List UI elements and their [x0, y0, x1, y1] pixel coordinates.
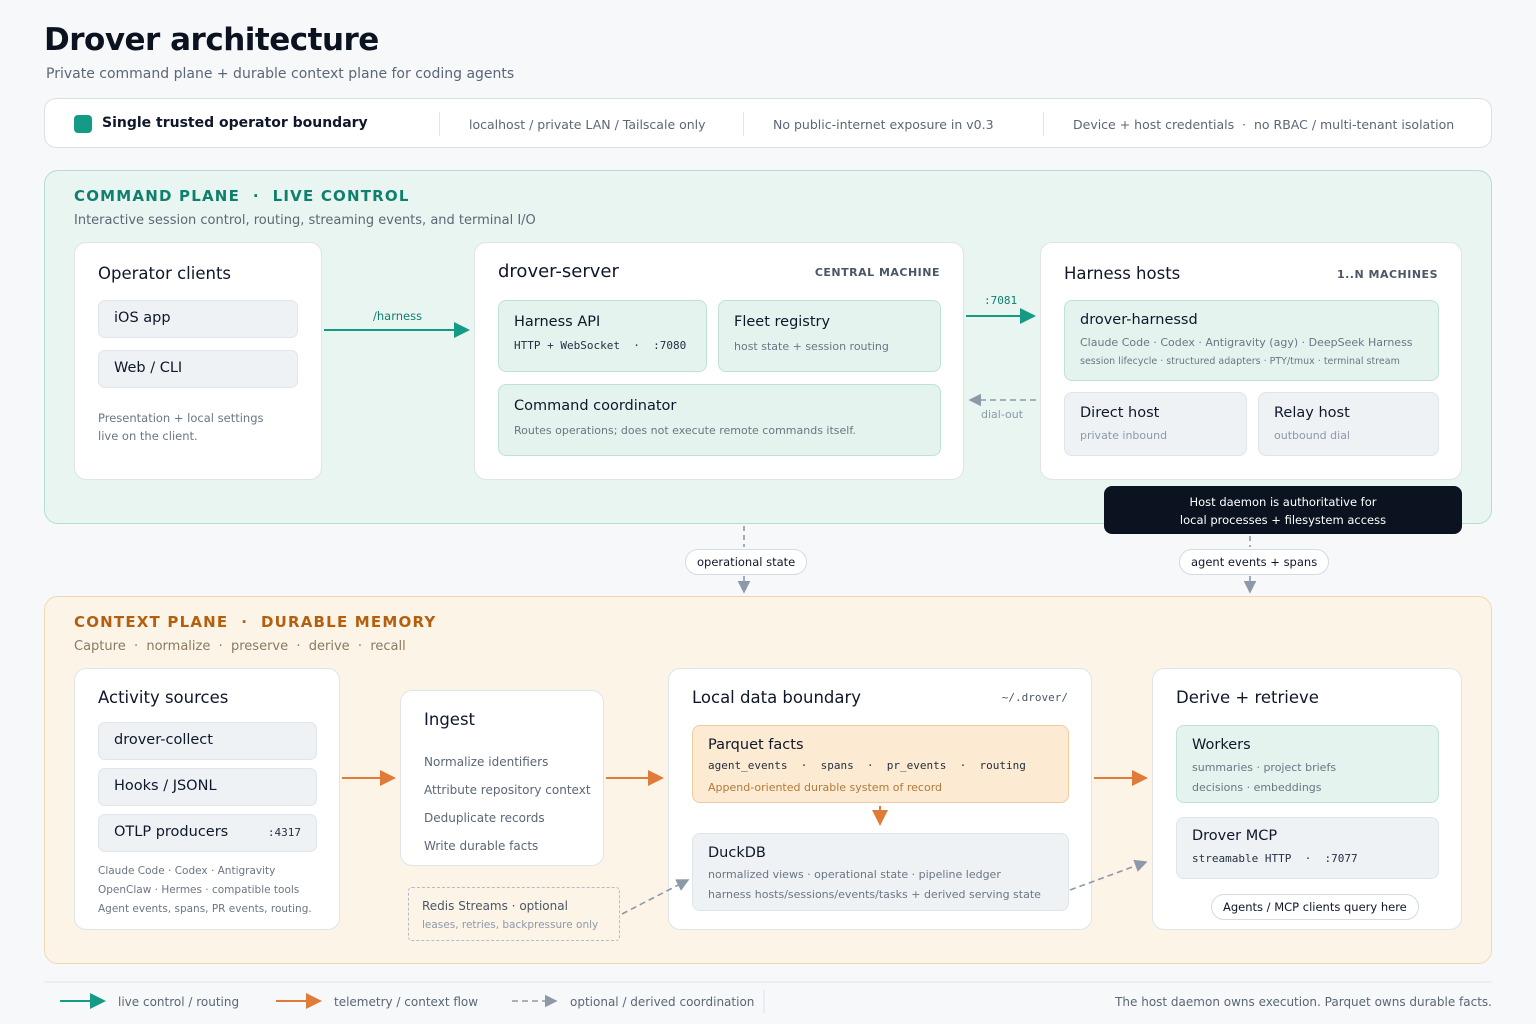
arrow-duckdb-to-mcp: [1069, 859, 1148, 891]
legend-telemetry-label: telemetry / context flow: [334, 995, 479, 1009]
legend-live-label: live control / routing: [118, 995, 240, 1009]
legend-note: The host daemon owns execution. Parquet …: [1115, 995, 1492, 1009]
connector-arrows: [44, 308, 1492, 1013]
arrow-redis-to-duckdb: [621, 879, 690, 915]
legend-optional-label: optional / derived coordination: [570, 995, 755, 1009]
